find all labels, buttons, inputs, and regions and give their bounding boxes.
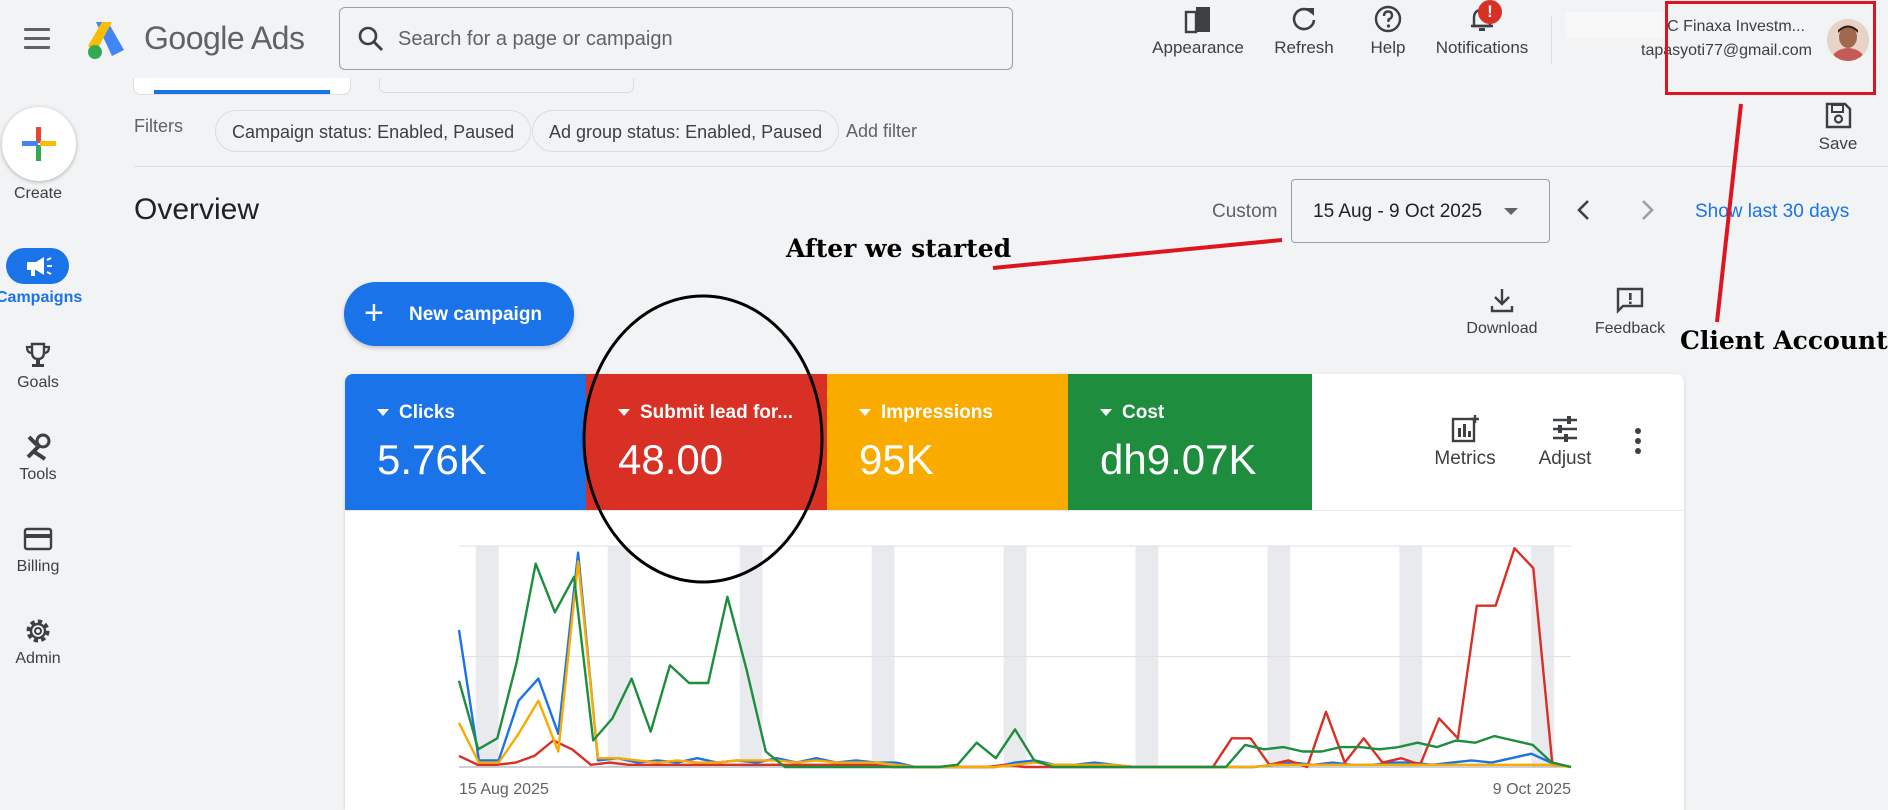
help-button[interactable]: Help: [1363, 4, 1413, 74]
metrics-icon: [1451, 415, 1479, 443]
feedback-button[interactable]: Feedback: [1590, 286, 1670, 338]
filters-label: Filters: [134, 116, 183, 136]
gear-icon: [26, 619, 50, 643]
campaigns-label[interactable]: Campaigns: [0, 289, 82, 307]
tools-label: Tools: [19, 466, 57, 483]
metric-label: Clicks: [377, 402, 455, 424]
metric-label: Impressions: [859, 402, 993, 424]
performance-card: Clicks 5.76K Submit lead for... 48.00 Im…: [345, 374, 1684, 810]
date-range-value: 15 Aug - 9 Oct 2025: [1313, 201, 1483, 222]
appearance-icon: [1184, 7, 1210, 34]
create-label: Create: [13, 185, 63, 202]
refresh-icon: [1292, 7, 1316, 31]
header-divider: [1551, 16, 1552, 64]
chevron-right-icon[interactable]: [1633, 196, 1661, 224]
campaigns-nav[interactable]: [6, 248, 69, 284]
save-icon: [1825, 102, 1852, 129]
billing-label: Billing: [16, 558, 60, 575]
admin-nav[interactable]: Admin: [0, 616, 76, 668]
feedback-label: Feedback: [1594, 320, 1666, 337]
refresh-button[interactable]: Refresh: [1266, 4, 1342, 74]
chevron-down-icon: [1504, 208, 1518, 215]
notification-badge: !: [1478, 0, 1502, 24]
client-account-highlight: [1665, 1, 1876, 95]
main-menu-icon[interactable]: [24, 28, 50, 50]
goals-nav[interactable]: Goals: [0, 340, 76, 392]
metric-value: 95K: [859, 436, 934, 483]
annotation-after-started: After we started: [786, 234, 1012, 263]
top-bar: Google Ads Appearance Refresh Help: [0, 0, 1888, 78]
tab-secondary[interactable]: [379, 78, 634, 93]
chevron-left-icon[interactable]: [1570, 196, 1598, 224]
add-filter-button[interactable]: Add filter: [846, 121, 917, 142]
trophy-icon: [25, 342, 51, 367]
appearance-button[interactable]: Appearance: [1150, 4, 1246, 74]
save-button[interactable]: Save: [1818, 100, 1858, 154]
download-label: Download: [1466, 320, 1538, 337]
refresh-label: Refresh: [1274, 38, 1334, 57]
credit-card-icon: [23, 527, 53, 551]
plus-icon: [22, 127, 56, 161]
filters-divider: [134, 166, 1888, 167]
annotation-red-line: [992, 238, 1283, 270]
create-button[interactable]: [2, 107, 76, 181]
filter-chip-ad-group-status[interactable]: Ad group status: Enabled, Paused: [532, 110, 840, 152]
megaphone-icon: [27, 257, 52, 276]
filter-chip-campaign-status[interactable]: Campaign status: Enabled, Paused: [215, 110, 532, 152]
search-icon: [358, 26, 383, 51]
annotation-client-account: Client Account: [1680, 326, 1888, 355]
new-campaign-button[interactable]: + New campaign: [344, 282, 574, 346]
admin-label: Admin: [15, 650, 61, 667]
x-axis-end-label: 9 Oct 2025: [1493, 781, 1571, 798]
new-campaign-label: New campaign: [409, 304, 543, 325]
google-ads-logo: [88, 22, 124, 59]
brand-name: Google Ads: [144, 20, 305, 56]
annotation-circle: [582, 294, 824, 584]
more-options-icon[interactable]: [1635, 428, 1641, 458]
goals-label: Goals: [17, 374, 59, 391]
metric-tile-impressions[interactable]: Impressions 95K: [827, 374, 1068, 510]
x-axis-start-label: 15 Aug 2025: [459, 781, 549, 798]
performance-chart: 15 Aug 2025 9 Oct 2025: [457, 545, 1572, 798]
plus-icon: +: [364, 294, 384, 332]
date-range-select[interactable]: 15 Aug - 9 Oct 2025: [1291, 179, 1550, 243]
billing-nav[interactable]: Billing: [0, 524, 76, 576]
notifications-label: Notifications: [1435, 38, 1529, 57]
tools-icon: [26, 433, 51, 461]
date-preset-label: Custom: [1212, 201, 1278, 222]
metric-label: Cost: [1100, 402, 1164, 424]
download-icon: [1490, 289, 1514, 313]
tune-icon: [1553, 416, 1577, 442]
page-title: Overview: [134, 193, 260, 226]
appearance-label: Appearance: [1152, 38, 1244, 57]
save-label: Save: [1818, 134, 1858, 153]
annotation-red-pointer: [1715, 103, 1743, 323]
metric-tile-clicks[interactable]: Clicks 5.76K: [345, 374, 586, 510]
search-box[interactable]: [339, 7, 1013, 70]
help-label: Help: [1370, 38, 1406, 57]
help-icon: [1374, 5, 1402, 33]
download-button[interactable]: Download: [1462, 286, 1542, 338]
metric-value: dh9.07K: [1100, 436, 1257, 483]
metric-value: 5.76K: [377, 436, 487, 483]
metric-tile-cost[interactable]: Cost dh9.07K: [1068, 374, 1312, 510]
metrics-label: Metrics: [1434, 448, 1496, 469]
search-input[interactable]: [396, 18, 1000, 60]
adjust-button[interactable]: Adjust: [1525, 414, 1605, 470]
adjust-label: Adjust: [1538, 448, 1592, 469]
metrics-button[interactable]: Metrics: [1425, 414, 1505, 470]
tab-active[interactable]: [133, 78, 351, 95]
feedback-icon: [1616, 287, 1644, 314]
tools-nav[interactable]: Tools: [0, 432, 76, 484]
